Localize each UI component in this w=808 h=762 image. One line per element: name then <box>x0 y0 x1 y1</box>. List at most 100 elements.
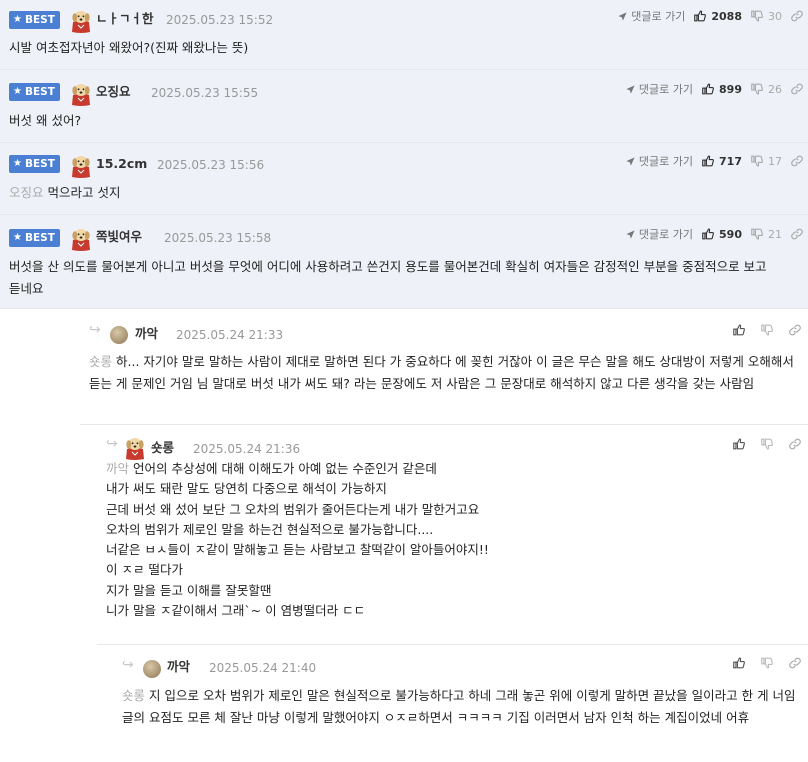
thumbs-down-icon <box>750 227 764 241</box>
downvote-button[interactable]: 21 <box>750 227 782 241</box>
comment-text: 버섯 왜 섰어? <box>9 113 82 128</box>
comment-date: 2025.05.23 15:56 <box>157 158 265 172</box>
star-icon: ★ <box>13 86 22 97</box>
comment-date: 2025.05.24 21:40 <box>209 661 317 675</box>
link-icon[interactable] <box>788 323 802 337</box>
thumbs-up-icon <box>701 82 715 96</box>
beige-ball-avatar-icon <box>110 326 128 344</box>
dog-avatar-icon <box>68 152 94 178</box>
star-icon: ★ <box>13 14 22 25</box>
reply-arrow-icon: ↪ <box>89 322 101 338</box>
star-icon: ★ <box>13 158 22 169</box>
comment-date: 2025.05.23 15:55 <box>151 86 259 100</box>
comment-line: 지가 말을 듣고 이해를 잘못할땐 <box>106 582 272 598</box>
comment-text: 숏롱 하... 자기야 말로 말하는 사람이 제대로 말하면 된다 가 중요하다 … <box>89 354 794 391</box>
comment-line: 너같은 ㅂㅅ들이 ㅈ같이 말해놓고 듣는 사람보고 찰떡같이 알아들어야지!! <box>106 542 489 558</box>
thumbs-up-icon <box>701 154 715 168</box>
comment-actions <box>732 323 802 337</box>
comment-actions: 댓글로 가기 717 17 <box>625 153 804 169</box>
comment-nickname[interactable]: 오징요 <box>96 84 131 100</box>
thumbs-up-icon <box>693 9 707 23</box>
downvote-button[interactable]: 17 <box>750 154 782 168</box>
comment-text: 버섯을 산 의도를 물어본게 아니고 버섯을 무엇에 어디에 사용하려고 쓴건지… <box>9 259 767 296</box>
paper-plane-icon <box>617 11 628 22</box>
comment-nickname[interactable]: 쪽빛여우 <box>96 229 142 245</box>
comment-line: 까악 언어의 추상성에 대해 이해도가 아예 없는 수준인거 같은데 <box>106 461 437 476</box>
best-badge: ★ BEST <box>9 229 60 247</box>
upvote-button[interactable]: 717 <box>701 154 742 168</box>
go-to-reply-link[interactable]: 댓글로 가기 <box>625 226 693 242</box>
paper-plane-icon <box>625 84 636 95</box>
link-icon[interactable] <box>788 437 802 451</box>
comment-line: 이 ㅈㄹ 떨다가 <box>106 562 183 578</box>
thumbs-down-icon[interactable] <box>760 656 774 670</box>
link-icon[interactable] <box>790 154 804 168</box>
dog-avatar-icon <box>68 225 94 251</box>
link-icon[interactable] <box>790 9 804 23</box>
upvote-button[interactable]: 2088 <box>693 9 742 23</box>
thumbs-down-icon <box>750 9 764 23</box>
mention-tag[interactable]: 숏롱 <box>122 688 145 703</box>
comment-text: 시발 여초접자년아 왜왔어?(진짜 왜왔나는 뜻) <box>9 40 249 55</box>
comment-date: 2025.05.23 15:52 <box>166 13 274 27</box>
reply-arrow-icon: ↪ <box>106 436 118 452</box>
comment-line: 근데 버섯 왜 섰어 보단 그 오차의 범위가 줄어든다는게 내가 말한거고요 <box>106 501 480 517</box>
go-to-reply-link[interactable]: 댓글로 가기 <box>625 153 693 169</box>
comment-actions: 댓글로 가기 590 21 <box>625 226 804 242</box>
downvote-button[interactable]: 26 <box>750 82 782 96</box>
thumbs-down-icon <box>750 154 764 168</box>
comment-nickname[interactable]: 까악 <box>135 326 158 342</box>
mention-tag[interactable]: 오징요 <box>9 185 44 200</box>
comment-date: 2025.05.24 21:36 <box>193 442 301 456</box>
link-icon[interactable] <box>788 656 802 670</box>
comment-text: 숏롱 지 입으로 오차 범위가 제로인 말은 현실적으로 불가능하다고 하네 그래… <box>122 688 796 725</box>
comment-actions <box>732 437 802 451</box>
best-badge: ★ BEST <box>9 11 60 29</box>
link-icon[interactable] <box>790 227 804 241</box>
go-to-reply-link[interactable]: 댓글로 가기 <box>625 81 693 97</box>
thumbs-down-icon[interactable] <box>760 437 774 451</box>
link-icon[interactable] <box>790 82 804 96</box>
mention-tag[interactable]: 까악 <box>106 461 129 476</box>
comment-nickname[interactable]: 15.2cm <box>96 156 147 172</box>
best-badge: ★ BEST <box>9 83 60 101</box>
upvote-button[interactable]: 899 <box>701 82 742 96</box>
reply-comment: ↪ 까악 2025.05.24 21:40 숏롱 지 입으로 오차 범위가 제로인… <box>113 645 808 762</box>
thumbs-down-icon[interactable] <box>760 323 774 337</box>
comment-line: 니가 말을 ㅈ같이해서 그래`~ 이 염병떨더라 ㄷㄷ <box>106 603 366 619</box>
comment-actions <box>732 656 802 670</box>
reply-comment: ↪ 숏롱 2025.05.24 21:36 까악 언어의 추상성에 대해 이해도가… <box>97 425 808 645</box>
reply-arrow-icon: ↪ <box>122 657 134 673</box>
comment-actions: 댓글로 가기 2088 30 <box>617 8 804 24</box>
reply-comment: ↪ 까악 2025.05.24 21:33 숏롱 하... 자기야 말로 말하는 … <box>80 310 808 425</box>
comment-text: 오징요 먹으라고 섯지 <box>9 185 121 200</box>
comment-line: 오차의 범위가 제로인 말을 하는건 현실적으로 불가능합니다.... <box>106 521 434 537</box>
comment-nickname[interactable]: 까악 <box>167 659 190 675</box>
comment-nickname[interactable]: 숏롱 <box>151 440 174 456</box>
best-comment: ★ BEST 쪽빛여우 2025.05.23 15:58 댓글로 가기 590 2… <box>0 215 808 309</box>
go-to-reply-link[interactable]: 댓글로 가기 <box>617 8 685 24</box>
comment-actions: 댓글로 가기 899 26 <box>625 81 804 97</box>
paper-plane-icon <box>625 156 636 167</box>
beige-ball-avatar-icon <box>143 660 161 678</box>
upvote-button[interactable]: 590 <box>701 227 742 241</box>
dog-avatar-icon <box>122 434 148 460</box>
comment-nickname[interactable]: ㄴㅏㄱㅓ한 <box>96 11 154 27</box>
best-comment: ★ BEST ㄴㅏㄱㅓ한 2025.05.23 15:52 댓글로 가기 2088… <box>0 0 808 70</box>
thumbs-up-icon[interactable] <box>732 437 746 451</box>
comment-date: 2025.05.23 15:58 <box>164 231 272 245</box>
best-comment: ★ BEST 오징요 2025.05.23 15:55 댓글로 가기 899 26… <box>0 70 808 143</box>
star-icon: ★ <box>13 232 22 243</box>
best-comment: ★ BEST 15.2cm 2025.05.23 15:56 댓글로 가기 717… <box>0 143 808 215</box>
thumbs-up-icon[interactable] <box>732 323 746 337</box>
comment-date: 2025.05.24 21:33 <box>176 328 284 342</box>
downvote-button[interactable]: 30 <box>750 9 782 23</box>
thumbs-up-icon <box>701 227 715 241</box>
comment-text: 까악 언어의 추상성에 대해 이해도가 아예 없는 수준인거 같은데 내가 써도 … <box>106 459 794 621</box>
thumbs-up-icon[interactable] <box>732 656 746 670</box>
comment-line: 내가 써도 돼란 말도 당연히 다중으로 해석이 가능하지 <box>106 481 387 497</box>
best-badge: ★ BEST <box>9 155 60 173</box>
paper-plane-icon <box>625 229 636 240</box>
thumbs-down-icon <box>750 82 764 96</box>
mention-tag[interactable]: 숏롱 <box>89 354 112 369</box>
